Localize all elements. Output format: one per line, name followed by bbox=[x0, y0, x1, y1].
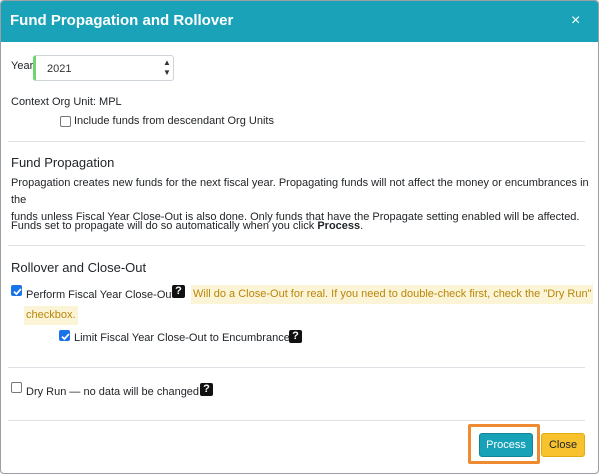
include-descendants-checkbox[interactable] bbox=[60, 116, 71, 127]
dialog-title: Fund Propagation and Rollover bbox=[10, 12, 234, 29]
close-out-checkbox[interactable] bbox=[11, 285, 22, 296]
fund-propagation-heading: Fund Propagation bbox=[11, 155, 115, 170]
limit-encumbrances-checkbox[interactable] bbox=[59, 330, 70, 341]
propagation-line-1: Propagation creates new funds for the ne… bbox=[11, 177, 589, 206]
dialog-header: Fund Propagation and Rollover × bbox=[1, 1, 598, 42]
propagation-note-suffix: . bbox=[360, 220, 364, 232]
propagation-note-text: Funds set to propagate will do so automa… bbox=[11, 220, 318, 232]
propagation-note: Funds set to propagate will do so automa… bbox=[11, 218, 589, 235]
year-value: 2021 bbox=[47, 63, 72, 75]
divider bbox=[8, 420, 585, 421]
fund-propagation-dialog: Fund Propagation and Rollover × Year 202… bbox=[0, 0, 599, 474]
year-spinner[interactable]: ▲ ▼ bbox=[163, 57, 173, 79]
year-input[interactable]: 2021 ▲ ▼ bbox=[33, 55, 174, 81]
close-out-warning-line-2: checkbox. bbox=[24, 306, 78, 325]
limit-encumbrances-label: Limit Fiscal Year Close-Out to Encumbran… bbox=[74, 332, 296, 344]
help-icon[interactable]: ? bbox=[200, 383, 213, 396]
divider bbox=[8, 367, 585, 368]
close-button[interactable]: Close bbox=[541, 433, 585, 457]
include-descendants-label: Include funds from descendant Org Units bbox=[74, 115, 274, 127]
help-icon[interactable]: ? bbox=[289, 330, 302, 343]
spinner-down-icon[interactable]: ▼ bbox=[163, 68, 171, 78]
year-label: Year bbox=[11, 60, 34, 72]
process-button[interactable]: Process bbox=[479, 433, 533, 457]
divider bbox=[8, 245, 585, 246]
dry-run-checkbox[interactable] bbox=[11, 382, 22, 393]
close-icon[interactable]: × bbox=[571, 11, 580, 31]
context-org-label: Context Org Unit: MPL bbox=[11, 96, 122, 108]
spinner-up-icon[interactable]: ▲ bbox=[163, 58, 171, 68]
dry-run-label: Dry Run — no data will be changed bbox=[26, 386, 200, 398]
close-out-label: Perform Fiscal Year Close-Out bbox=[26, 289, 175, 301]
divider bbox=[8, 141, 585, 142]
checkmark-icon bbox=[13, 288, 22, 296]
checkmark-icon bbox=[61, 333, 70, 341]
rollover-heading: Rollover and Close-Out bbox=[11, 260, 147, 275]
close-out-warning-line-1: Will do a Close-Out for real. If you nee… bbox=[191, 285, 594, 304]
help-icon[interactable]: ? bbox=[172, 285, 185, 298]
propagation-note-bold: Process bbox=[317, 220, 361, 232]
